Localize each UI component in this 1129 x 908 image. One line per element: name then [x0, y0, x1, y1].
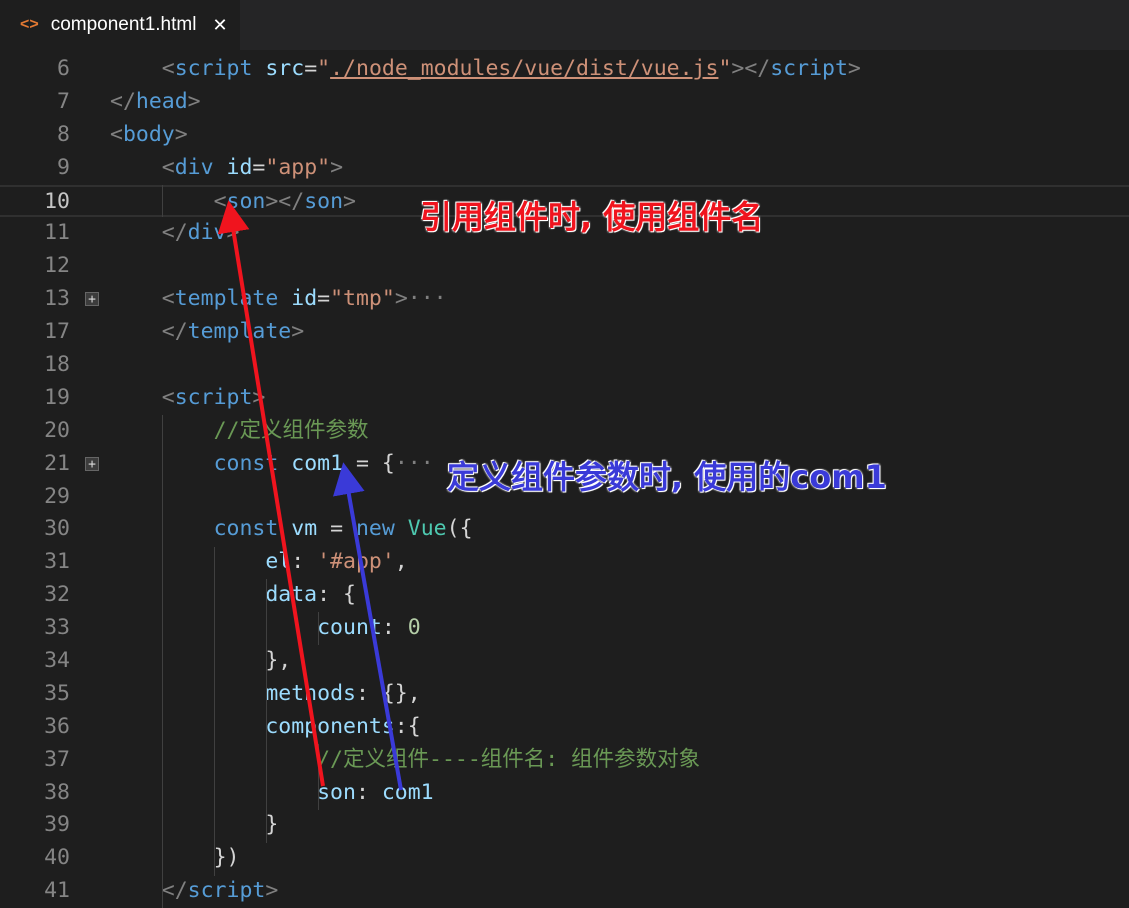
red-arrow	[217, 200, 325, 787]
blue-arrow	[333, 462, 403, 791]
annotation-arrows	[217, 200, 403, 791]
